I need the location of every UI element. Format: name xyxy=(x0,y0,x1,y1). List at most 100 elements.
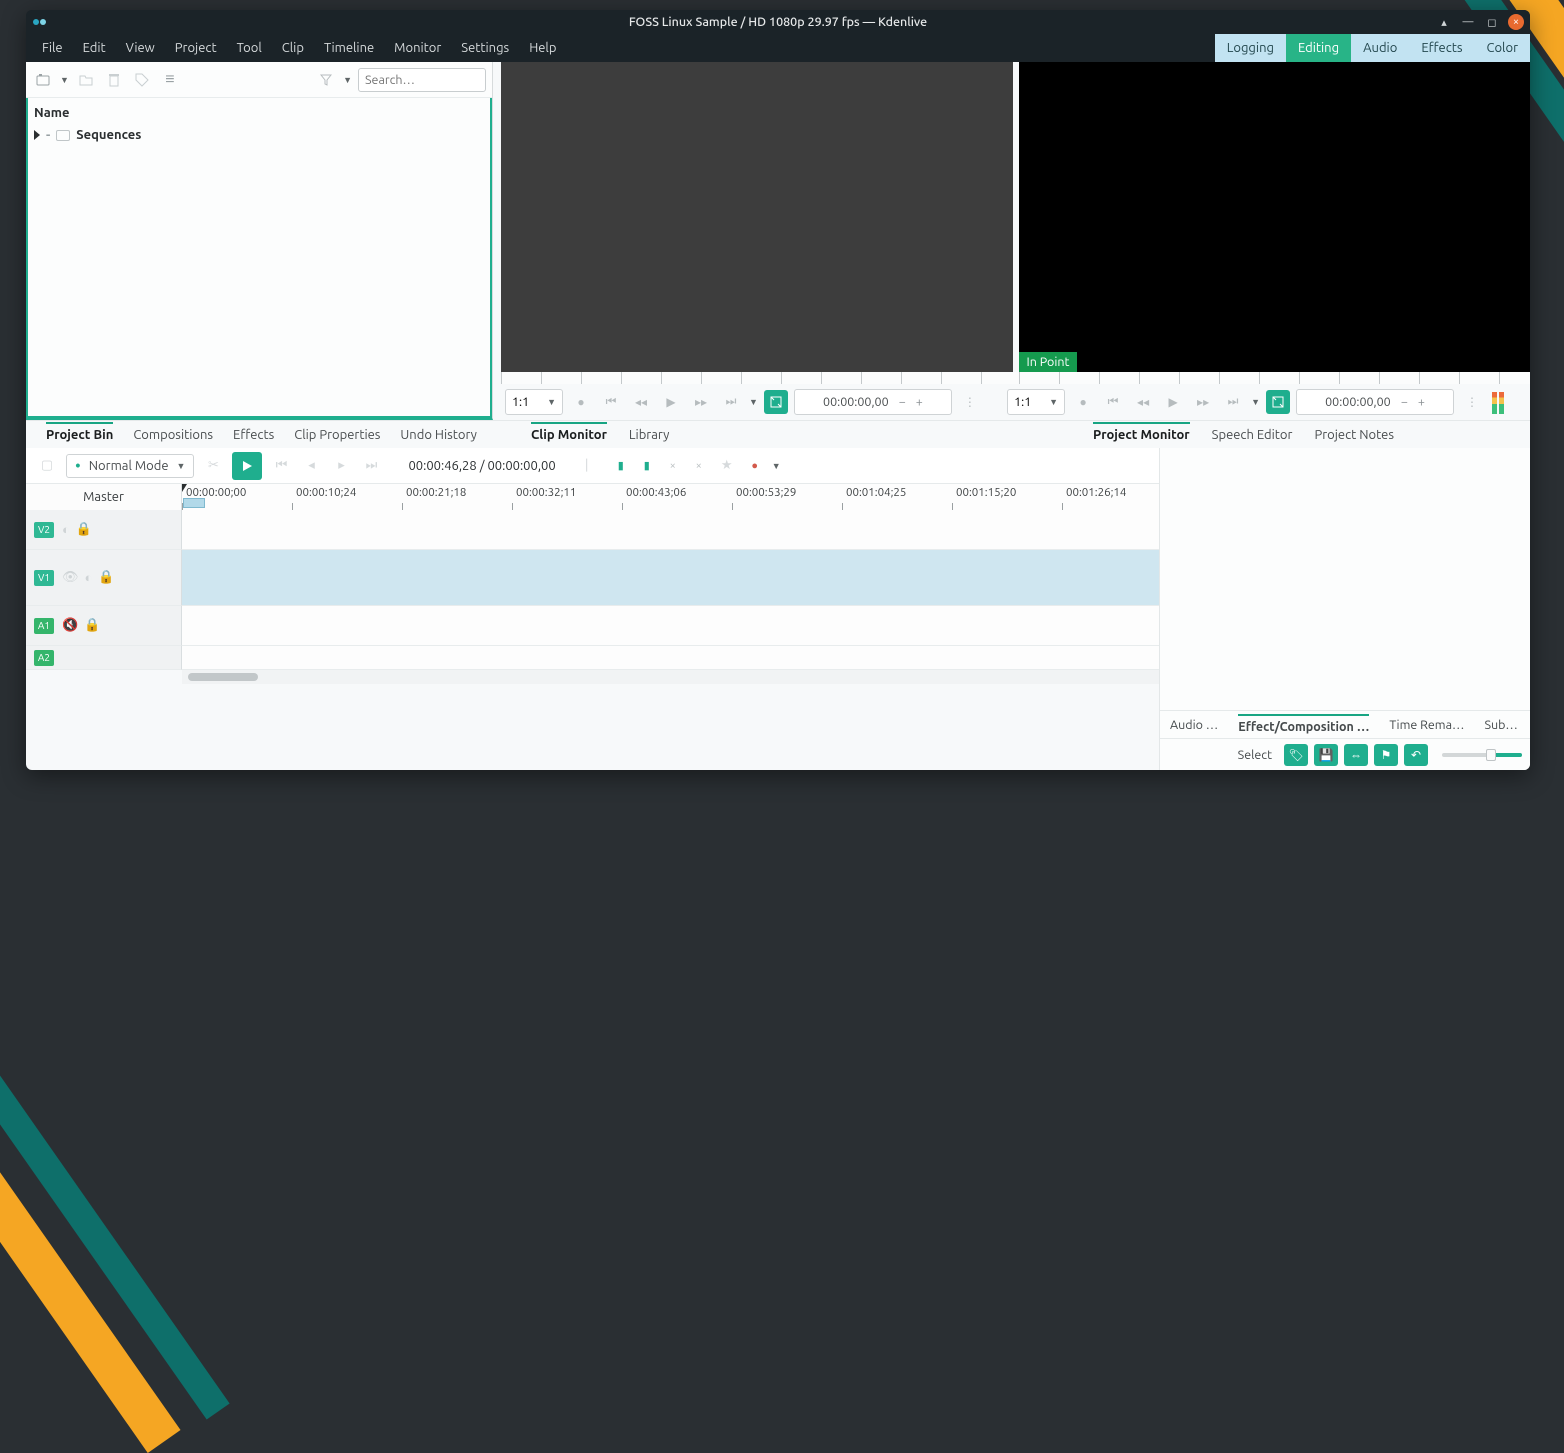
remove-zone-out-icon[interactable]: × xyxy=(690,457,708,475)
clip-zoom-select[interactable]: 1:1▼ xyxy=(505,389,563,415)
track-v2[interactable]: V2 ◐🔒 xyxy=(26,510,1159,550)
clip-settings-icon[interactable]: ⋮ xyxy=(958,390,982,414)
tab-audio[interactable]: Audio … xyxy=(1170,718,1218,732)
tag-button[interactable]: 🏷 xyxy=(1284,744,1308,766)
timeline-play-button[interactable] xyxy=(232,452,262,480)
track-a1[interactable]: A1 🔇🔒 xyxy=(26,606,1159,646)
clip-monitor-viewport[interactable] xyxy=(501,62,1013,372)
filter-icon[interactable] xyxy=(315,69,337,91)
step-back-icon[interactable]: ◂ xyxy=(300,455,322,477)
lock-icon[interactable]: 🔒 xyxy=(98,570,114,585)
track-v1[interactable]: V1 👁◐🔒 xyxy=(26,550,1159,606)
forward-icon[interactable]: ⏭ xyxy=(1221,390,1245,414)
tab-project-monitor[interactable]: Project Monitor xyxy=(1093,422,1190,446)
marker-prev-icon[interactable]: ⎸ xyxy=(582,455,604,477)
bin-column-header[interactable]: Name xyxy=(34,102,484,126)
menu-view[interactable]: View xyxy=(116,37,165,59)
menu-timeline[interactable]: Timeline xyxy=(314,37,384,59)
remove-zone-in-icon[interactable]: × xyxy=(664,457,682,475)
tab-subtitles[interactable]: Sub… xyxy=(1484,718,1517,732)
timeline-zoom-slider[interactable] xyxy=(1442,753,1522,757)
zone-indicator[interactable] xyxy=(183,498,205,508)
add-clip-dropdown-icon[interactable]: ▼ xyxy=(60,75,69,85)
prev-frame-icon[interactable]: ◂◂ xyxy=(1131,390,1155,414)
bin-tree[interactable]: Name - Sequences xyxy=(26,98,492,418)
fit-button[interactable]: ⇔ xyxy=(1344,744,1368,766)
tab-clip-properties[interactable]: Clip Properties xyxy=(294,424,380,446)
clip-timecode[interactable]: 00:00:00,00 − + xyxy=(794,389,952,415)
zone-out-icon[interactable]: ▮ xyxy=(638,457,656,475)
play-options-dropdown-icon[interactable]: ▼ xyxy=(749,397,758,407)
record-icon[interactable]: ● xyxy=(569,390,593,414)
project-settings-icon[interactable]: ⋮ xyxy=(1460,390,1484,414)
next-frame-icon[interactable]: ▸▸ xyxy=(689,390,713,414)
menu-project[interactable]: Project xyxy=(165,37,227,59)
zone-tool-icon[interactable] xyxy=(764,390,788,414)
tab-clip-monitor[interactable]: Clip Monitor xyxy=(531,422,607,446)
on-top-icon[interactable]: ▴ xyxy=(1436,14,1452,30)
tab-project-notes[interactable]: Project Notes xyxy=(1314,424,1394,446)
effect-stack-area[interactable] xyxy=(1160,448,1530,710)
tool-razor-icon[interactable]: ✂ xyxy=(202,455,224,477)
mode-color[interactable]: Color xyxy=(1475,34,1531,62)
track-lane[interactable] xyxy=(182,606,1159,646)
menu-edit[interactable]: Edit xyxy=(73,37,116,59)
menu-file[interactable]: File xyxy=(32,37,73,59)
close-button[interactable]: × xyxy=(1508,14,1524,30)
edit-mode-select[interactable]: • Normal Mode ▼ xyxy=(66,454,194,478)
menu-settings[interactable]: Settings xyxy=(451,37,519,59)
rewind-icon[interactable]: ⏮ xyxy=(599,390,623,414)
mode-effects[interactable]: Effects xyxy=(1409,34,1474,62)
rewind-icon[interactable]: ⏮ xyxy=(1101,390,1125,414)
menu-clip[interactable]: Clip xyxy=(272,37,314,59)
lock-icon[interactable]: 🔒 xyxy=(76,522,92,537)
save-button[interactable]: 💾 xyxy=(1314,744,1338,766)
project-timecode[interactable]: 00:00:00,00 − + xyxy=(1296,389,1454,415)
tab-speech-editor[interactable]: Speech Editor xyxy=(1212,424,1293,446)
project-monitor-viewport[interactable]: In Point xyxy=(1019,62,1531,372)
minimize-button[interactable]: — xyxy=(1460,14,1476,30)
project-zoom-select[interactable]: 1:1▼ xyxy=(1007,389,1065,415)
menu-tool[interactable]: Tool xyxy=(227,37,272,59)
mute-icon[interactable]: ◐ xyxy=(62,522,70,537)
filter-dropdown-icon[interactable]: ▼ xyxy=(343,75,352,85)
undo-button[interactable]: ↶ xyxy=(1404,744,1428,766)
master-track-label[interactable]: Master xyxy=(26,484,182,510)
skip-end-icon[interactable]: ⏭ xyxy=(360,455,382,477)
create-folder-icon[interactable] xyxy=(75,69,97,91)
track-header-a2[interactable]: A2 xyxy=(26,646,182,670)
tab-compositions[interactable]: Compositions xyxy=(133,424,213,446)
menu-monitor[interactable]: Monitor xyxy=(384,37,451,59)
record-icon[interactable]: ● xyxy=(746,457,764,475)
tc-decrement-icon[interactable]: − xyxy=(1401,395,1408,409)
titlebar[interactable]: FOSS Linux Sample / HD 1080p 29.97 fps —… xyxy=(26,10,1530,34)
track-header-v1[interactable]: V1 👁◐🔒 xyxy=(26,550,182,606)
tab-library[interactable]: Library xyxy=(629,424,669,446)
track-lane[interactable] xyxy=(182,550,1159,606)
flag-button[interactable]: ⚑ xyxy=(1374,744,1398,766)
monitor-rulers[interactable] xyxy=(501,372,1530,384)
next-frame-icon[interactable]: ▸▸ xyxy=(1191,390,1215,414)
timeline-tracks[interactable]: V2 ◐🔒 V1 👁◐🔒 A1 xyxy=(26,510,1159,770)
track-header-v2[interactable]: V2 ◐🔒 xyxy=(26,510,182,550)
add-clip-icon[interactable] xyxy=(32,69,54,91)
tool-pointer-icon[interactable]: ▢ xyxy=(36,455,58,477)
track-lane[interactable] xyxy=(182,510,1159,550)
delete-clip-icon[interactable] xyxy=(103,69,125,91)
play-options-dropdown-icon[interactable]: ▼ xyxy=(1251,397,1260,407)
play-icon[interactable]: ▶ xyxy=(659,390,683,414)
zone-in-icon[interactable]: ▮ xyxy=(612,457,630,475)
timeline-scrollbar[interactable] xyxy=(26,670,1159,684)
skip-start-icon[interactable]: ⏮ xyxy=(270,455,292,477)
timeline-ruler[interactable]: Master 00:00:00;0000:00:10;2400:00:21;18… xyxy=(26,484,1159,510)
tc-increment-icon[interactable]: + xyxy=(916,395,923,409)
record-icon[interactable]: ● xyxy=(1071,390,1095,414)
tc-decrement-icon[interactable]: − xyxy=(899,395,906,409)
tab-effect-composition[interactable]: Effect/Composition … xyxy=(1238,714,1369,734)
lock-icon[interactable]: 🔒 xyxy=(84,618,100,633)
visible-icon[interactable]: 👁 xyxy=(62,570,79,585)
track-a2[interactable]: A2 xyxy=(26,646,1159,670)
tab-project-bin[interactable]: Project Bin xyxy=(46,422,113,446)
maximize-button[interactable]: ◻ xyxy=(1484,14,1500,30)
mute-icon[interactable]: ◐ xyxy=(85,570,93,585)
